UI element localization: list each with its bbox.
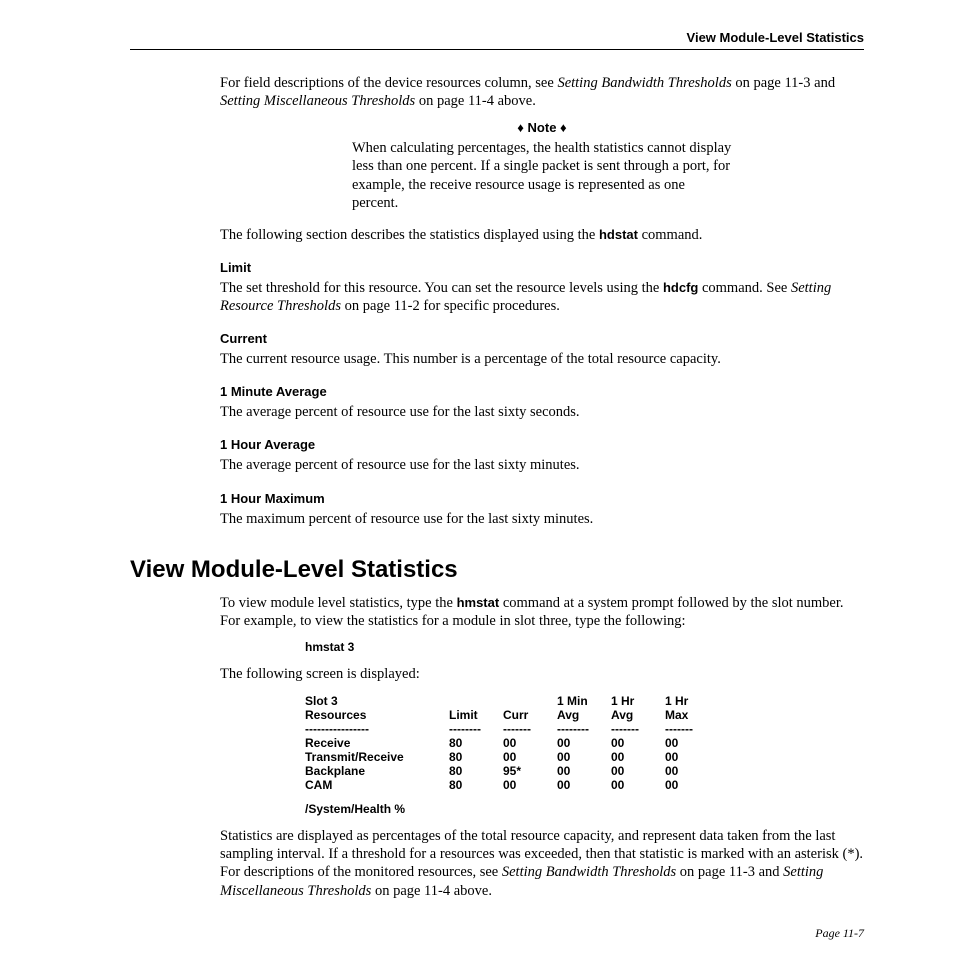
cell-curr: 00 xyxy=(503,736,557,750)
limit-a: The set threshold for this resource. You… xyxy=(220,280,663,296)
cell-minavg: 00 xyxy=(557,764,611,778)
hourmax-text: The maximum percent of resource use for … xyxy=(220,510,864,528)
cell-limit: 80 xyxy=(449,736,503,750)
minavg-text: The average percent of resource use for … xyxy=(220,403,864,421)
col-hravg-l1: 1 Hr xyxy=(611,694,634,708)
cell-minavg: 00 xyxy=(557,736,611,750)
section-intro: To view module level statistics, type th… xyxy=(220,594,864,630)
col-resources: Slot 3Resources xyxy=(305,694,449,722)
col-hrmax: 1 HrMax xyxy=(665,694,719,722)
page-number: Page 11-7 xyxy=(130,926,864,941)
table-row: CAM8000000000 xyxy=(305,778,719,792)
cell-curr: 00 xyxy=(503,750,557,764)
table-row: Transmit/Receive8000000000 xyxy=(305,750,719,764)
dash-4: -------- xyxy=(557,722,611,736)
dash-6: ------- xyxy=(665,722,719,736)
dash-1: ---------------- xyxy=(305,722,449,736)
sec-p1-a: To view module level statistics, type th… xyxy=(220,595,457,611)
intro-text-a: For field descriptions of the device res… xyxy=(220,75,557,91)
current-text: The current resource usage. This number … xyxy=(220,350,864,368)
cmd-hdcfg: hdcfg xyxy=(663,280,698,295)
cell-limit: 80 xyxy=(449,764,503,778)
screen-intro: The following screen is displayed: xyxy=(220,665,864,683)
cell-hrmax: 00 xyxy=(665,764,719,778)
intro-text-c: on page 11-4 above. xyxy=(415,93,536,109)
col-limit: Limit xyxy=(449,694,503,722)
limit-c: on page 11-2 for specific procedures. xyxy=(341,298,560,314)
col-curr: Curr xyxy=(503,694,557,722)
cmd-hdstat: hdstat xyxy=(599,227,638,242)
closing-paragraph: Statistics are displayed as percentages … xyxy=(220,827,864,900)
limit-b: command. See xyxy=(698,280,791,296)
cell-curr: 95* xyxy=(503,764,557,778)
limit-heading: Limit xyxy=(220,260,864,275)
table-row: Receive8000000000 xyxy=(305,736,719,750)
cell-hrmax: 00 xyxy=(665,736,719,750)
cell-limit: 80 xyxy=(449,778,503,792)
intro-ref-1: Setting Bandwidth Thresholds xyxy=(557,75,731,91)
houravg-text: The average percent of resource use for … xyxy=(220,456,864,474)
stats-table: Slot 3Resources Limit Curr 1 MinAvg 1 Hr… xyxy=(305,694,719,792)
hdstat-paragraph: The following section describes the stat… xyxy=(220,226,864,244)
houravg-heading: 1 Hour Average xyxy=(220,437,864,452)
close-b: on page 11-3 and xyxy=(676,864,783,880)
intro-text-b: on page 11-3 and xyxy=(732,75,835,91)
cell-name: CAM xyxy=(305,778,449,792)
col-minavg: 1 MinAvg xyxy=(557,694,611,722)
dash-3: ------- xyxy=(503,722,557,736)
intro-paragraph: For field descriptions of the device res… xyxy=(220,74,864,110)
table-row: Backplane8095*000000 xyxy=(305,764,719,778)
dash-5: ------- xyxy=(611,722,665,736)
col-hrmax-l1: 1 Hr xyxy=(665,694,688,708)
table-footer: /System/Health % xyxy=(305,802,864,818)
section-title: View Module-Level Statistics xyxy=(130,556,864,584)
close-c: on page 11-4 above. xyxy=(371,883,492,899)
cell-hravg: 00 xyxy=(611,750,665,764)
cell-name: Transmit/Receive xyxy=(305,750,449,764)
note-label: ♦ Note ♦ xyxy=(220,120,864,135)
cell-hrmax: 00 xyxy=(665,750,719,764)
hourmax-heading: 1 Hour Maximum xyxy=(220,491,864,506)
col-res-l1: Slot 3 xyxy=(305,694,338,708)
cell-hravg: 00 xyxy=(611,764,665,778)
cell-name: Backplane xyxy=(305,764,449,778)
current-heading: Current xyxy=(220,331,864,346)
dash-2: -------- xyxy=(449,722,503,736)
cell-hravg: 00 xyxy=(611,736,665,750)
col-hravg-l2: Avg xyxy=(611,708,633,722)
close-ref-1: Setting Bandwidth Thresholds xyxy=(502,864,676,880)
note-text: When calculating percentages, the health… xyxy=(352,139,732,212)
running-header: View Module-Level Statistics xyxy=(130,30,864,45)
p2-text-a: The following section describes the stat… xyxy=(220,227,599,243)
col-hravg: 1 HrAvg xyxy=(611,694,665,722)
col-minavg-l1: 1 Min xyxy=(557,694,588,708)
cell-curr: 00 xyxy=(503,778,557,792)
cell-limit: 80 xyxy=(449,750,503,764)
col-hrmax-l2: Max xyxy=(665,708,688,722)
header-rule xyxy=(130,49,864,50)
intro-ref-2: Setting Miscellaneous Thresholds xyxy=(220,93,415,109)
limit-paragraph: The set threshold for this resource. You… xyxy=(220,279,864,315)
col-minavg-l2: Avg xyxy=(557,708,579,722)
cell-hrmax: 00 xyxy=(665,778,719,792)
cell-name: Receive xyxy=(305,736,449,750)
cell-minavg: 00 xyxy=(557,778,611,792)
p2-text-b: command. xyxy=(638,227,702,243)
example-command: hmstat 3 xyxy=(305,640,864,656)
col-curr-label: Curr xyxy=(503,708,528,722)
col-limit-label: Limit xyxy=(449,708,478,722)
cell-minavg: 00 xyxy=(557,750,611,764)
minavg-heading: 1 Minute Average xyxy=(220,384,864,399)
cmd-hmstat: hmstat xyxy=(457,595,500,610)
col-res-l2: Resources xyxy=(305,708,366,722)
cell-hravg: 00 xyxy=(611,778,665,792)
